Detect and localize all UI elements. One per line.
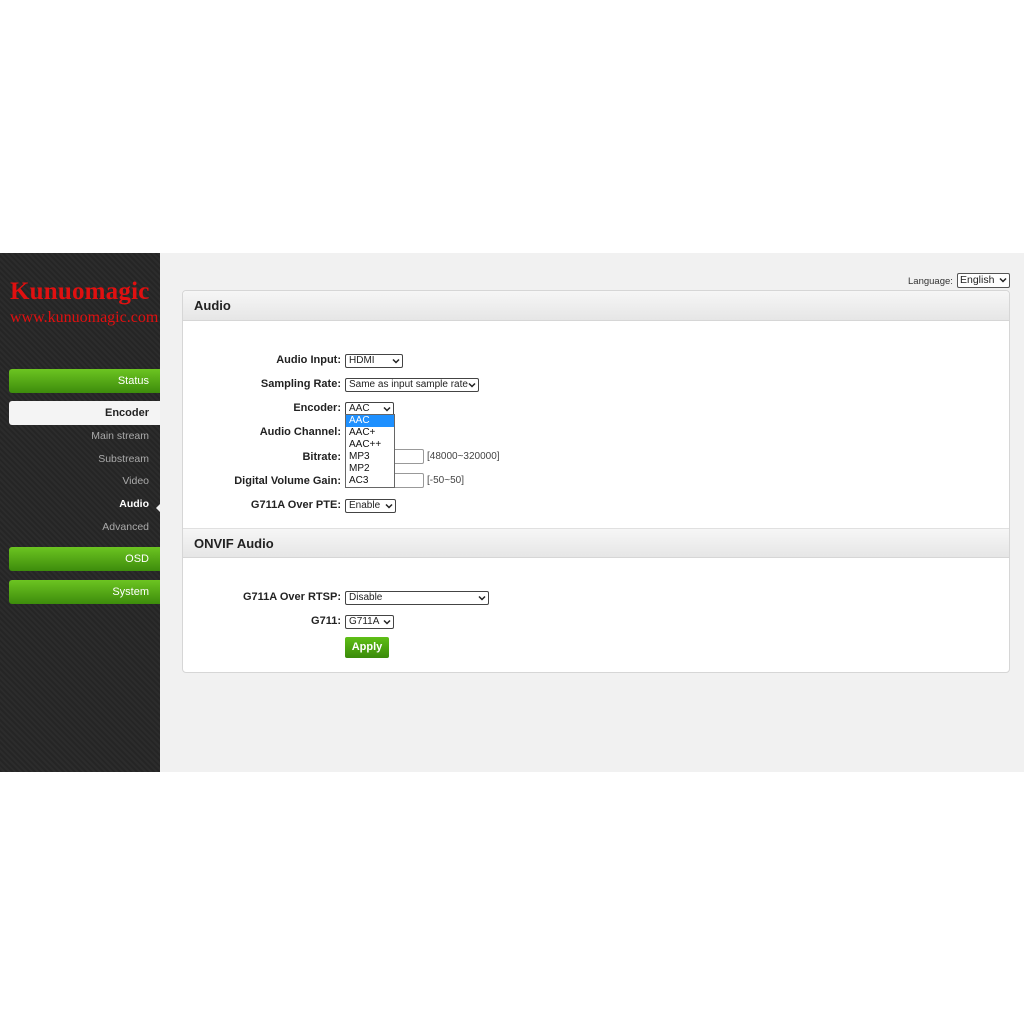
app-window: Kunuomagic www.kunuomagic.com Status Enc…: [0, 253, 1024, 772]
chevron-down-icon: [999, 277, 1007, 283]
encoder-value: AAC: [349, 403, 370, 414]
chevron-down-icon: [392, 358, 400, 364]
chevron-down-icon: [385, 503, 393, 509]
nav-encoder-button[interactable]: Encoder: [9, 401, 160, 425]
nav-substream[interactable]: Substream: [98, 453, 149, 465]
sampling-rate-label: Sampling Rate:: [260, 378, 341, 390]
nav-system-button[interactable]: System: [9, 580, 160, 604]
g711a-rtsp-label: G711A Over RTSP:: [242, 591, 341, 603]
sidebar: Kunuomagic www.kunuomagic.com Status Enc…: [0, 253, 161, 772]
apply-button[interactable]: Apply: [345, 637, 389, 658]
nav-status-button[interactable]: Status: [9, 369, 160, 393]
bitrate-range-hint: [48000~320000]: [427, 451, 500, 462]
language-select[interactable]: English: [957, 273, 1010, 288]
encoder-option-aac-plus[interactable]: AAC+: [346, 427, 394, 439]
volume-gain-label: Digital Volume Gain:: [234, 475, 341, 487]
nav-osd-button[interactable]: OSD: [9, 547, 160, 571]
g711a-pte-select[interactable]: Enable: [345, 499, 396, 513]
volume-gain-range-hint: [-50~50]: [427, 475, 464, 486]
brand-logo-name: Kunuomagic: [10, 278, 150, 305]
chevron-down-icon: [478, 595, 486, 601]
language-label: Language:: [908, 276, 953, 287]
g711a-pte-value: Enable: [349, 500, 381, 511]
nav-advanced[interactable]: Advanced: [102, 521, 149, 533]
g711a-rtsp-select[interactable]: Disable: [345, 591, 489, 605]
encoder-label: Encoder:: [293, 402, 341, 414]
nav-main-stream[interactable]: Main stream: [91, 430, 149, 442]
encoder-option-aac-plus-plus[interactable]: AAC++: [346, 439, 394, 451]
encoder-dropdown-list: AAC AAC+ AAC++ MP3 MP2 AC3: [345, 414, 395, 488]
audio-settings-panel: Audio Audio Input: HDMI Sampling Rate: S…: [182, 290, 1010, 673]
g711a-rtsp-value: Disable: [349, 592, 383, 603]
sampling-rate-select[interactable]: Same as input sample rate: [345, 378, 479, 392]
g711-value: G711A: [349, 616, 380, 627]
chevron-down-icon: [383, 619, 391, 625]
bitrate-label: Bitrate:: [302, 451, 341, 463]
sampling-rate-value: Same as input sample rate: [349, 379, 468, 390]
encoder-option-ac3[interactable]: AC3: [346, 475, 394, 487]
audio-channel-label: Audio Channel:: [259, 426, 341, 438]
audio-input-label: Audio Input:: [276, 354, 341, 366]
active-indicator-icon: [156, 503, 161, 513]
encoder-option-mp3[interactable]: MP3: [346, 451, 394, 463]
encoder-option-aac[interactable]: AAC: [346, 415, 394, 427]
audio-input-select[interactable]: HDMI: [345, 354, 403, 368]
audio-section-title: Audio: [183, 291, 1009, 321]
audio-input-value: HDMI: [349, 355, 375, 366]
g711a-pte-label: G711A Over PTE:: [250, 499, 341, 511]
language-select-value: English: [960, 274, 995, 286]
chevron-down-icon: [468, 382, 476, 388]
nav-video[interactable]: Video: [122, 475, 149, 487]
nav-audio[interactable]: Audio: [119, 498, 149, 510]
g711-select[interactable]: G711A: [345, 615, 394, 629]
chevron-down-icon: [383, 406, 391, 412]
encoder-option-mp2[interactable]: MP2: [346, 463, 394, 475]
g711-label: G711:: [311, 615, 341, 627]
onvif-audio-section-title: ONVIF Audio: [183, 528, 1009, 558]
brand-logo-url: www.kunuomagic.com: [10, 309, 159, 326]
